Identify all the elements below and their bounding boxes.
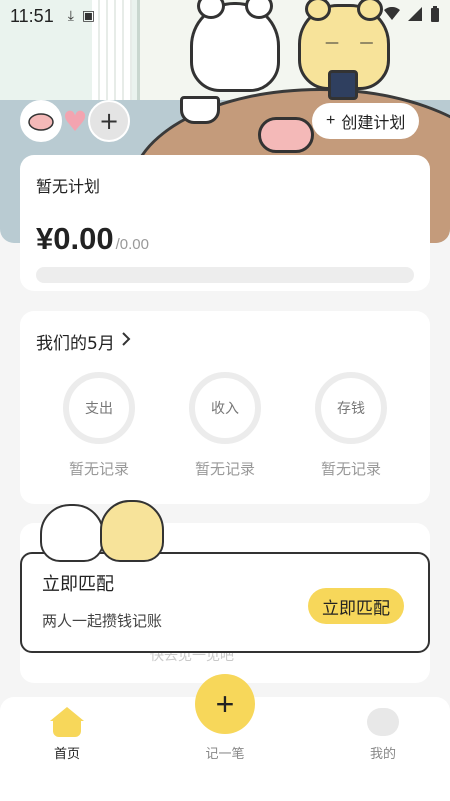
expense-ring: 支出 (63, 372, 135, 444)
status-right-icons (384, 6, 440, 26)
stat-income[interactable]: 收入 暂无记录 (170, 372, 280, 479)
battery-icon (430, 6, 440, 26)
coffee-cup-illustration (180, 96, 220, 124)
couple-avatars: ♥ + (20, 100, 130, 142)
nav-record-label: 记一笔 (205, 747, 245, 762)
add-record-button[interactable]: + (195, 674, 255, 734)
savings-note: 暂无记录 (320, 460, 381, 478)
plan-target: /0.00 (115, 236, 149, 253)
bear-profile-icon (367, 708, 399, 736)
peek-white-bear (40, 504, 104, 562)
peek-yellow-bear (100, 500, 164, 562)
coffee-takeaway-illustration (328, 70, 358, 100)
match-card: 立即匹配 两人一起攒钱记账 立即匹配 (20, 552, 430, 653)
status-bar: 11:51 ⤓ ▣ (0, 0, 450, 32)
home-icon (50, 707, 84, 737)
month-summary-card: 我们的5月 支出 暂无记录 收入 暂无记录 存钱 暂无记录 (20, 311, 430, 504)
expense-note: 暂无记录 (68, 460, 129, 478)
add-partner-icon[interactable]: + (88, 100, 130, 142)
signal-icon (408, 7, 422, 25)
plan-progress-bar (36, 267, 414, 283)
income-note: 暂无记录 (194, 460, 255, 478)
month-header[interactable]: 我们的5月 (36, 329, 414, 354)
piggy-bank-illustration (258, 117, 314, 153)
plan-title: 暂无计划 (36, 177, 101, 196)
nav-mine[interactable]: 我的 (348, 697, 418, 801)
create-plan-label: 创建计划 (341, 115, 406, 132)
nav-mine-label: 我的 (369, 747, 396, 762)
wifi-icon (384, 6, 400, 25)
create-plan-button[interactable]: + 创建计划 (312, 103, 420, 139)
status-time: 11:51 (10, 5, 54, 26)
savings-ring: 存钱 (315, 372, 387, 444)
month-stats: 支出 暂无记录 收入 暂无记录 存钱 暂无记录 (36, 372, 414, 479)
stat-expense[interactable]: 支出 暂无记录 (44, 372, 154, 479)
nav-home[interactable]: 首页 (32, 697, 102, 801)
match-now-button[interactable]: 立即匹配 (308, 588, 404, 624)
status-left-icons: ⤓ ▣ (68, 8, 95, 24)
month-title: 我们的5月 (36, 334, 115, 354)
plan-amount-row: ¥0.00 /0.00 (36, 221, 414, 257)
peeking-bears-illustration (40, 496, 170, 566)
nav-home-label: 首页 (53, 747, 80, 762)
download-icon: ⤓ (67, 8, 74, 24)
income-ring: 收入 (189, 372, 261, 444)
chevron-right-icon (121, 331, 131, 352)
plan-amount: ¥0.00 (36, 221, 114, 256)
plus-icon: + (326, 112, 336, 129)
stat-savings[interactable]: 存钱 暂无记录 (296, 372, 406, 479)
a-icon: ▣ (81, 8, 96, 24)
plan-card[interactable]: 暂无计划 ¥0.00 /0.00 (20, 155, 430, 291)
